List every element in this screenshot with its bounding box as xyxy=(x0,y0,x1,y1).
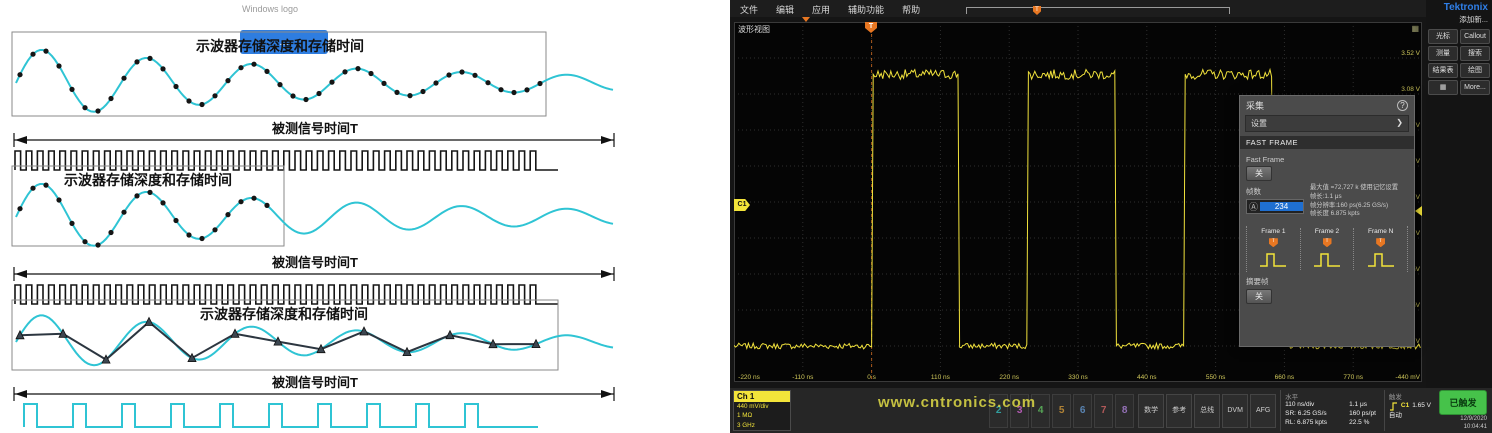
frame-cell: Frame N T xyxy=(1354,228,1407,270)
channel1-scale: 440 mV/div xyxy=(734,402,790,411)
frame-trigger-icon: T xyxy=(1269,238,1278,247)
math-button[interactable]: 数学 xyxy=(1138,394,1164,428)
channel-button-7[interactable]: 7 xyxy=(1094,394,1113,428)
popup-text: Windows logo xyxy=(228,4,360,14)
menu-item-utility[interactable]: 辅助功能 xyxy=(848,3,884,17)
sample-clock-wave xyxy=(10,400,620,432)
trigger-label: 触发 xyxy=(1389,391,1431,401)
menu-item-edit[interactable]: 编辑 xyxy=(776,3,794,17)
left-diagrams-panel: Windows logo … 示波器存储深度和存储时间 被测信号时间T 示波器存… xyxy=(0,0,730,433)
frame-cell: Frame 2 T xyxy=(1301,228,1355,270)
frame-pulse-icon xyxy=(1366,248,1396,270)
sidebar-button-plot[interactable]: 绘图 xyxy=(1460,63,1490,78)
channel1-bandwidth: 3 GHz xyxy=(734,421,790,430)
panel-title: 采集 xyxy=(1246,99,1264,112)
frame-cell: Frame 1 T xyxy=(1247,228,1301,270)
time-span-arrow xyxy=(10,266,620,282)
datetime: 12/9/2020 10:04:41 xyxy=(1460,416,1487,431)
fastframe-section-header: FAST FRAME xyxy=(1240,136,1414,149)
settings-label: 设置 xyxy=(1251,118,1267,129)
sidebar-button-badge[interactable]: ▦ xyxy=(1428,80,1458,95)
diagram-title: 示波器存储深度和存储时间 xyxy=(10,304,558,324)
frame-trigger-icon: T xyxy=(1323,238,1332,247)
rising-edge-icon xyxy=(1389,401,1398,411)
channel1-badge[interactable]: Ch 1 440 mV/div 1 MΩ 3 GHz xyxy=(733,390,791,431)
frames-diagram: Frame 1 T Frame 2 T Frame N T xyxy=(1246,226,1408,272)
fastframe-label: Fast Frame xyxy=(1246,155,1408,164)
tektronix-logo: Tektronix xyxy=(1428,2,1490,13)
channel-button-5[interactable]: 5 xyxy=(1052,394,1071,428)
horizontal-label: 水平 xyxy=(1285,391,1376,401)
horizontal-section[interactable]: 水平 110 ns/div1.1 μsSR: 6.25 GS/s160 ps/p… xyxy=(1280,390,1380,431)
afg-button[interactable]: AFG xyxy=(1250,394,1276,428)
overview-trigger-marker[interactable]: T xyxy=(1033,6,1041,15)
bottom-bar: Ch 1 440 mV/div 1 MΩ 3 GHz 2345678 数学参考总… xyxy=(730,388,1492,433)
dvm-button[interactable]: DVM xyxy=(1222,394,1248,428)
trigger-level: 1.65 V xyxy=(1412,401,1431,411)
sidebar-button-cursor[interactable]: 光标 xyxy=(1428,29,1458,44)
frame-trigger-icon: T xyxy=(1376,238,1385,247)
channel-button-6[interactable]: 6 xyxy=(1073,394,1092,428)
frame-count-input[interactable]: Ⓐ 234 xyxy=(1246,199,1304,214)
watermark: www.cntronics.com xyxy=(878,394,1036,411)
source-buttons: 数学参考总线DVMAFG xyxy=(1138,390,1276,431)
time-span-arrow xyxy=(10,132,620,148)
fastframe-info: 最大值 =72,727 k 使用记忆设置 帧长:1.1 μs 帧分辨率:160 … xyxy=(1310,184,1408,219)
view-tab[interactable]: 波形视图 xyxy=(738,24,770,35)
channel1-impedance: 1 MΩ xyxy=(734,411,790,420)
right-toolbar: Tektronix 添加新... 光标Callout测量搜索结果表绘图▦More… xyxy=(1426,0,1492,388)
diagram-title: 示波器存储深度和存储时间 xyxy=(10,36,550,56)
help-icon[interactable]: ? xyxy=(1397,100,1408,111)
acquisition-panel: 采集 ? 设置 ❯ FAST FRAME Fast Frame 关 帧数 xyxy=(1239,95,1415,347)
summary-frame-label: 摘要帧 xyxy=(1246,276,1408,287)
trigger-source: C1 xyxy=(1401,401,1409,411)
channel-button-8[interactable]: 8 xyxy=(1115,394,1134,428)
sidebar-button-results-table[interactable]: 结果表 xyxy=(1428,63,1458,78)
menu-item-apply[interactable]: 应用 xyxy=(812,3,830,17)
diagram-partial-sampling: 示波器存储深度和存储时间 被测信号时间T xyxy=(10,162,630,312)
diagram-title: 示波器存储深度和存储时间 xyxy=(10,170,286,190)
run-status-button[interactable]: 已触发 xyxy=(1439,390,1487,415)
sidebar-button-more[interactable]: More... xyxy=(1460,80,1490,95)
trigger-section[interactable]: 触发 C1 1.65 V 自动 xyxy=(1384,390,1435,431)
graticule: 3.52 V3.08 V2.64 V2.20 V1.76 V1.32 V880 … xyxy=(734,22,1422,382)
trigger-mode: 自动 xyxy=(1389,411,1431,421)
menu-item-help[interactable]: 帮助 xyxy=(902,3,920,17)
fastframe-toggle[interactable]: 关 xyxy=(1246,166,1272,181)
keypad-icon[interactable]: Ⓐ xyxy=(1247,200,1260,213)
diagram-sparse-sampling: 示波器存储深度和存储时间 被测信号时间T xyxy=(10,296,630,433)
zoom-grid-icon[interactable]: ▦ xyxy=(1411,24,1419,33)
frame-pulse-icon xyxy=(1258,248,1288,270)
sidebar-button-measure[interactable]: 测量 xyxy=(1428,46,1458,61)
screenshot-root: Windows logo … 示波器存储深度和存储时间 被测信号时间T 示波器存… xyxy=(0,0,1492,433)
horizontal-row: SR: 6.25 GS/s160 ps/pt xyxy=(1285,410,1376,419)
summary-frame-toggle[interactable]: 关 xyxy=(1246,289,1272,304)
chevron-right-icon: ❯ xyxy=(1396,118,1403,129)
frame-count-label: 帧数 xyxy=(1246,186,1304,197)
sidebar-button-search[interactable]: 搜索 xyxy=(1460,46,1490,61)
horizontal-row: RL: 6.875 kpts22.5 % xyxy=(1285,419,1376,428)
frame-pulse-icon xyxy=(1312,248,1342,270)
sidebar-button-callout[interactable]: Callout xyxy=(1460,29,1490,44)
channel1-label: Ch 1 xyxy=(734,391,790,402)
add-new-button[interactable]: 添加新... xyxy=(1428,13,1490,29)
settings-row[interactable]: 设置 ❯ xyxy=(1245,115,1409,132)
bus-button[interactable]: 总线 xyxy=(1194,394,1220,428)
trigger-level-marker[interactable] xyxy=(1415,206,1422,216)
horizontal-row: 110 ns/div1.1 μs xyxy=(1285,401,1376,410)
frame-count-value: 234 xyxy=(1260,202,1303,211)
record-overview-bar[interactable]: T xyxy=(966,7,1230,14)
ref-button[interactable]: 参考 xyxy=(1166,394,1192,428)
diagram-full-sampling: 示波器存储深度和存储时间 被测信号时间T xyxy=(10,28,630,178)
oscilloscope-panel: 文件 编辑 应用 辅助功能 帮助 T 3.52 V3.08 V2.64 V2.20 V1… xyxy=(730,0,1492,433)
menu-item-file[interactable]: 文件 xyxy=(740,3,758,17)
